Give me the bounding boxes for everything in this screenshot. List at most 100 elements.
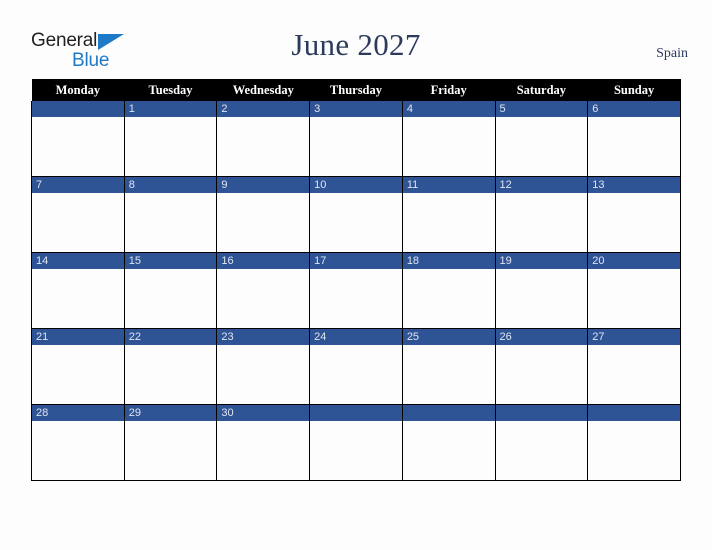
day-number: 3	[310, 101, 402, 117]
day-notes-area[interactable]	[32, 269, 124, 328]
day-notes-area[interactable]	[496, 345, 588, 404]
day-notes-area[interactable]	[32, 117, 124, 176]
calendar-day-cell[interactable]: 3	[309, 101, 403, 177]
calendar-day-cell[interactable]: 7	[31, 176, 125, 253]
weekday-header-wednesday: Wednesday	[216, 79, 310, 101]
day-notes-area[interactable]	[496, 421, 588, 480]
calendar-day-cell[interactable]: 17	[309, 252, 403, 329]
calendar-day-cell[interactable]	[31, 101, 125, 177]
calendar-day-cell[interactable]: 22	[123, 328, 218, 405]
page-title: June 2027	[291, 27, 421, 62]
day-notes-area[interactable]	[310, 421, 402, 480]
calendar-day-cell[interactable]: 10	[309, 176, 403, 253]
calendar-day-cell[interactable]: 27	[587, 328, 681, 405]
day-number: 27	[588, 329, 680, 345]
day-number: 30	[217, 405, 310, 421]
day-notes-area[interactable]	[310, 117, 402, 176]
calendar-day-cell[interactable]: 8	[123, 176, 218, 253]
day-notes-area[interactable]	[403, 117, 495, 176]
day-number: 5	[495, 101, 588, 117]
day-number	[32, 101, 124, 117]
day-notes-area[interactable]	[125, 421, 217, 480]
day-notes-area[interactable]	[217, 421, 309, 480]
calendar-day-cell[interactable]: 5	[494, 101, 589, 177]
day-notes-area[interactable]	[588, 117, 680, 176]
day-number: 12	[495, 177, 588, 193]
day-notes-area[interactable]	[310, 345, 402, 404]
calendar-day-cell[interactable]	[587, 404, 681, 481]
day-notes-area[interactable]	[588, 193, 680, 252]
day-notes-area[interactable]	[125, 193, 217, 252]
day-notes-area[interactable]	[588, 269, 680, 328]
day-number: 9	[217, 177, 310, 193]
calendar-day-cell[interactable]: 16	[216, 252, 311, 329]
day-notes-area[interactable]	[496, 269, 588, 328]
calendar-table: Monday Tuesday Wednesday Thursday Friday…	[31, 79, 681, 481]
day-notes-area[interactable]	[217, 193, 309, 252]
day-notes-area[interactable]	[588, 345, 680, 404]
calendar-day-cell[interactable]: 24	[309, 328, 403, 405]
day-notes-area[interactable]	[403, 345, 495, 404]
day-number: 16	[217, 253, 310, 269]
calendar-header-row: Monday Tuesday Wednesday Thursday Friday…	[31, 79, 681, 101]
day-notes-area[interactable]	[310, 193, 402, 252]
calendar-day-cell[interactable]: 14	[31, 252, 125, 329]
day-notes-area[interactable]	[588, 421, 680, 480]
calendar-day-cell[interactable]: 30	[216, 404, 311, 481]
day-number: 2	[217, 101, 310, 117]
calendar-day-cell[interactable]: 28	[31, 404, 125, 481]
country-label: Spain	[656, 46, 688, 61]
day-notes-area[interactable]	[125, 117, 217, 176]
calendar-day-cell[interactable]: 11	[401, 176, 496, 253]
day-number: 23	[217, 329, 310, 345]
calendar-day-cell[interactable]: 29	[123, 404, 218, 481]
calendar-day-cell[interactable]: 21	[31, 328, 125, 405]
day-notes-area[interactable]	[217, 345, 309, 404]
day-number: 7	[32, 177, 124, 193]
calendar-day-cell[interactable]: 15	[123, 252, 218, 329]
day-notes-area[interactable]	[403, 421, 495, 480]
day-number: 26	[495, 329, 588, 345]
day-number: 20	[588, 253, 680, 269]
day-number	[588, 405, 680, 421]
weekday-header-tuesday: Tuesday	[124, 79, 217, 101]
calendar-day-cell[interactable]: 20	[587, 252, 681, 329]
calendar-day-cell[interactable]	[401, 404, 496, 481]
day-notes-area[interactable]	[125, 345, 217, 404]
calendar-day-cell[interactable]: 13	[587, 176, 681, 253]
calendar-day-cell[interactable]: 9	[216, 176, 311, 253]
calendar-day-cell[interactable]: 1	[123, 101, 218, 177]
day-number: 24	[310, 329, 402, 345]
day-number: 8	[124, 177, 217, 193]
day-notes-area[interactable]	[496, 117, 588, 176]
calendar-day-cell[interactable]	[494, 404, 589, 481]
day-number: 25	[402, 329, 495, 345]
calendar-day-cell[interactable]: 6	[587, 101, 681, 177]
day-notes-area[interactable]	[403, 193, 495, 252]
day-number: 29	[124, 405, 217, 421]
day-notes-area[interactable]	[403, 269, 495, 328]
day-notes-area[interactable]	[217, 269, 309, 328]
calendar-day-cell[interactable]: 2	[216, 101, 311, 177]
calendar-day-cell[interactable]: 19	[494, 252, 589, 329]
weekday-header-monday: Monday	[31, 79, 125, 101]
day-notes-area[interactable]	[32, 345, 124, 404]
calendar-week-row: 1 2 3 4 5 6	[31, 101, 681, 177]
day-number: 18	[402, 253, 495, 269]
day-notes-area[interactable]	[496, 193, 588, 252]
day-notes-area[interactable]	[32, 193, 124, 252]
day-notes-area[interactable]	[217, 117, 309, 176]
calendar-day-cell[interactable]: 25	[401, 328, 496, 405]
day-notes-area[interactable]	[32, 421, 124, 480]
calendar-day-cell[interactable]: 18	[401, 252, 496, 329]
weekday-header-friday: Friday	[402, 79, 496, 101]
calendar-day-cell[interactable]: 26	[494, 328, 589, 405]
calendar-day-cell[interactable]: 23	[216, 328, 311, 405]
calendar-day-cell[interactable]	[309, 404, 403, 481]
calendar-day-cell[interactable]: 4	[401, 101, 496, 177]
day-notes-area[interactable]	[310, 269, 402, 328]
weekday-header-saturday: Saturday	[495, 79, 588, 101]
day-notes-area[interactable]	[125, 269, 217, 328]
day-number: 13	[588, 177, 680, 193]
calendar-day-cell[interactable]: 12	[494, 176, 589, 253]
